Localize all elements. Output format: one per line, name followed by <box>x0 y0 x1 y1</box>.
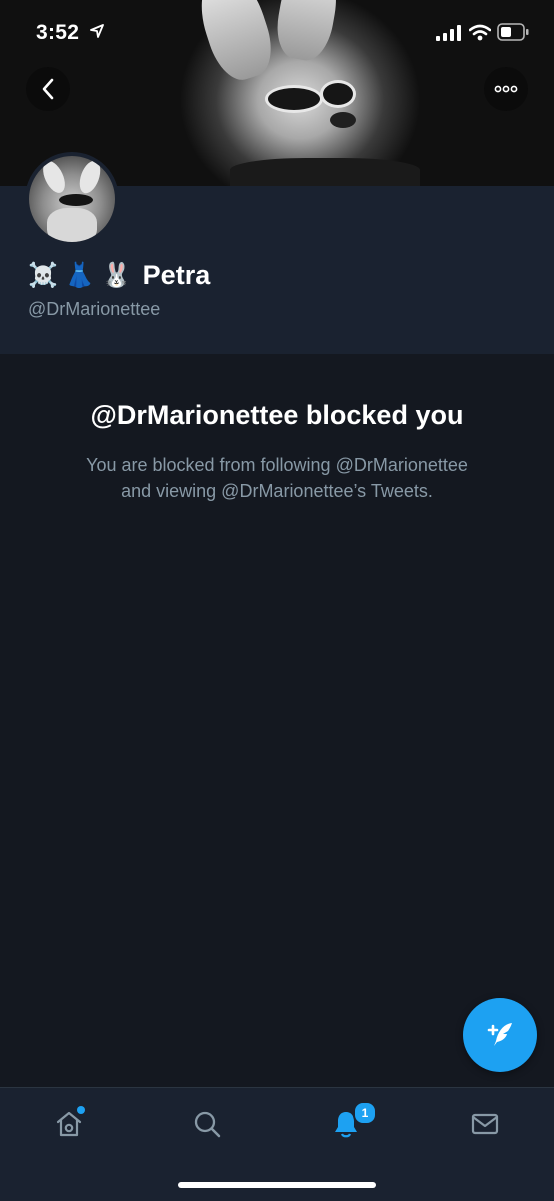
tab-messages[interactable] <box>465 1104 505 1144</box>
tab-notifications[interactable]: 1 <box>326 1101 377 1144</box>
status-bar: 3:52 <box>0 0 554 66</box>
more-horizontal-icon <box>494 85 518 93</box>
wifi-icon <box>469 24 491 41</box>
more-options-button[interactable] <box>484 67 528 111</box>
skull-emoji: ☠️ <box>28 261 58 289</box>
banner-nose <box>330 112 356 128</box>
home-indicator[interactable] <box>178 1182 376 1188</box>
search-icon <box>194 1111 221 1138</box>
blocked-description: You are blocked from following @DrMarion… <box>40 452 514 504</box>
display-name: ☠️ 👗 🐰 Petra <box>28 258 210 292</box>
compose-feather-icon <box>487 1023 512 1046</box>
avatar-ear <box>75 157 105 197</box>
tab-search[interactable] <box>187 1104 227 1144</box>
status-time: 3:52 <box>36 21 80 44</box>
battery-icon <box>497 23 529 41</box>
new-content-dot <box>77 1106 85 1114</box>
banner-eye <box>265 85 323 113</box>
cellular-signal-icon <box>436 25 461 41</box>
banner-collar <box>230 158 420 186</box>
avatar-mask <box>59 194 93 206</box>
chevron-left-icon <box>42 78 54 100</box>
profile-handle: @DrMarionettee <box>28 299 161 319</box>
avatar[interactable] <box>25 152 119 246</box>
avatar-body <box>47 208 97 242</box>
mail-icon <box>471 1113 499 1135</box>
location-arrow-icon <box>90 24 104 38</box>
blocked-description-line: You are blocked from following @DrMarion… <box>86 455 468 475</box>
banner-eye <box>320 80 356 108</box>
tab-home[interactable] <box>49 1104 89 1144</box>
dress-emoji: 👗 <box>64 261 95 289</box>
blocked-description-line: and viewing @DrMarionettee’s Tweets. <box>121 481 433 501</box>
profile-name: Petra <box>142 259 211 290</box>
avatar-ear <box>38 157 70 197</box>
notification-badge: 1 <box>353 1101 377 1125</box>
back-button[interactable] <box>26 67 70 111</box>
compose-tweet-button[interactable] <box>463 998 537 1072</box>
blocked-title: @DrMarionettee blocked you <box>90 400 464 430</box>
rabbit-emoji: 🐰 <box>101 261 132 289</box>
